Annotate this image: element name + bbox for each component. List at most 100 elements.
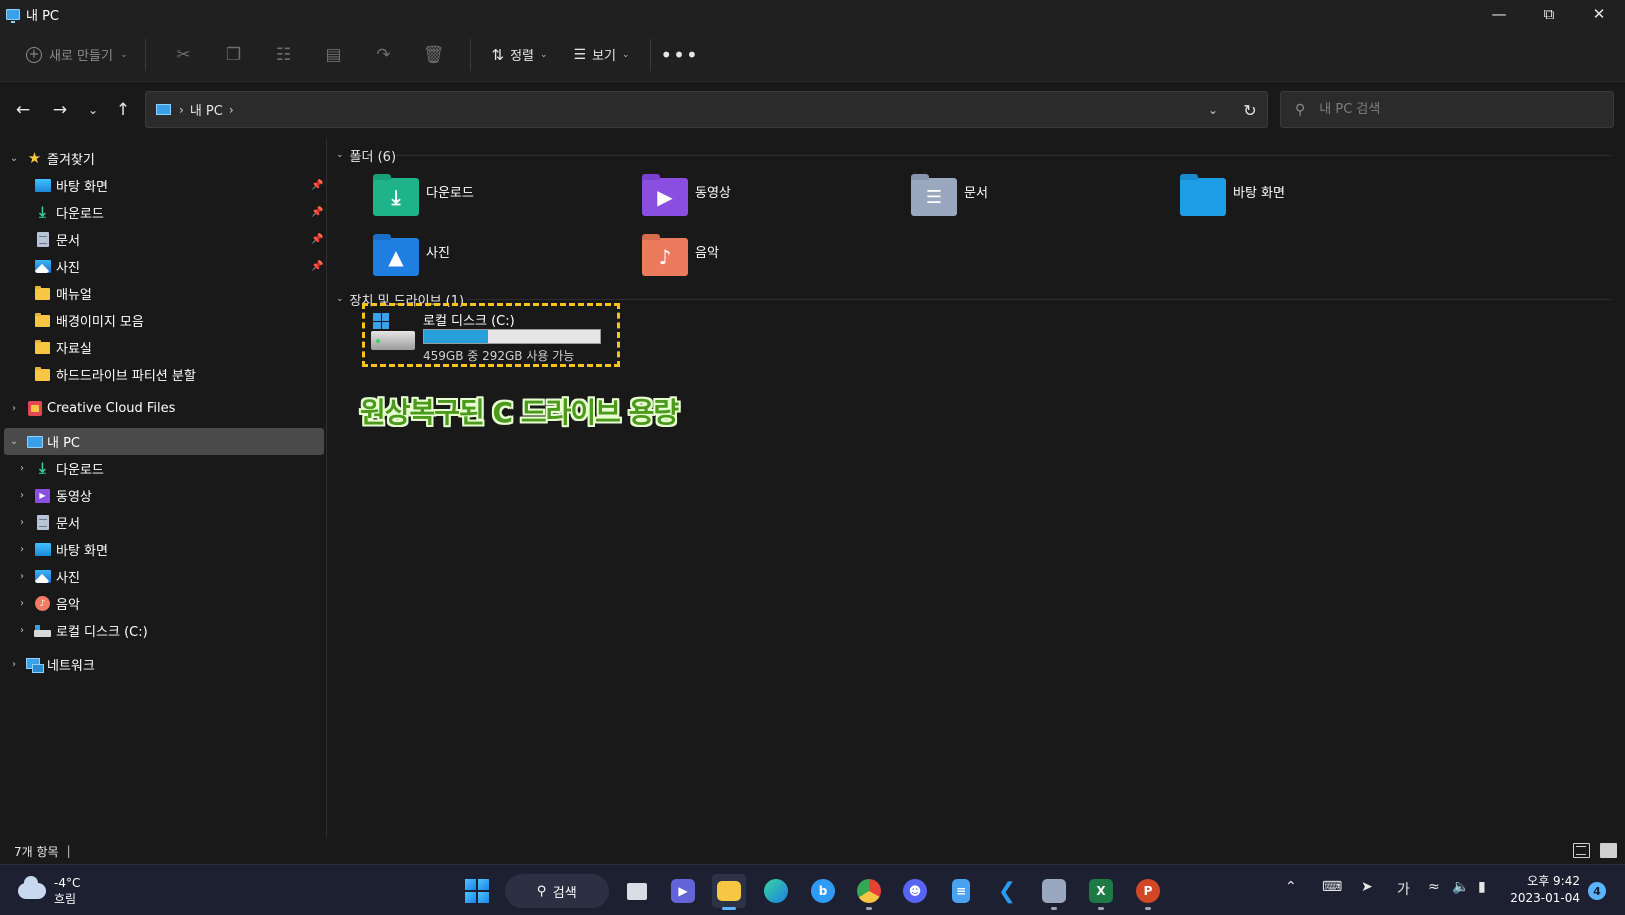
folder-desktop[interactable]: 바탕 화면 xyxy=(1180,174,1430,228)
forward-arrow-icon[interactable]: → xyxy=(45,95,75,125)
bing-button[interactable]: b xyxy=(806,874,840,908)
folders-group-header[interactable]: ⌄ 폴더 (6) xyxy=(336,145,396,165)
sidebar-item-pc-pictures[interactable]: › 사진 xyxy=(4,563,324,590)
chevron-down-icon[interactable]: ⌄ xyxy=(336,294,344,304)
close-button[interactable]: ✕ xyxy=(1574,0,1624,28)
copy-icon[interactable]: ❐ xyxy=(216,38,250,72)
ime-indicator[interactable]: 가 xyxy=(1397,879,1410,899)
chevron-right-icon[interactable]: › xyxy=(16,598,28,609)
folder-music[interactable]: ♪ 음악 xyxy=(642,234,892,288)
recent-locations-icon[interactable]: ⌄ xyxy=(78,95,108,125)
network-app-button[interactable] xyxy=(1037,874,1071,910)
teams-chat-button[interactable]: ▶ xyxy=(666,874,700,908)
sidebar-item-wallpapers[interactable]: 배경이미지 모음 xyxy=(4,307,324,334)
breadcrumb-chevron-icon[interactable]: › xyxy=(229,103,234,117)
edge-button[interactable] xyxy=(759,874,793,908)
taskbar-search-button[interactable]: ⚲ 검색 xyxy=(505,874,609,908)
search-input[interactable] xyxy=(1319,102,1570,117)
paste-icon[interactable]: ☷ xyxy=(266,38,300,72)
sidebar-item-partition[interactable]: 하드드라이브 파티션 분할 xyxy=(4,361,324,388)
sort-button[interactable]: ⇅ 정렬 ⌄ xyxy=(483,38,555,72)
folder-name: 사진 xyxy=(426,246,450,261)
back-arrow-icon[interactable]: ← xyxy=(8,95,38,125)
sidebar-item-pictures[interactable]: 사진 📌 xyxy=(4,253,324,280)
sidebar-item-label: 음악 xyxy=(56,598,80,613)
chevron-right-icon[interactable]: › xyxy=(8,659,20,670)
sidebar-item-pc-local-disk[interactable]: › 로컬 디스크 (C:) xyxy=(4,617,324,644)
up-arrow-icon[interactable]: ↑ xyxy=(108,95,138,125)
minimize-button[interactable]: — xyxy=(1474,0,1524,28)
sidebar-item-label: 바탕 화면 xyxy=(56,544,108,559)
keyboard-icon[interactable]: ⌨ xyxy=(1322,879,1342,895)
chevron-down-icon[interactable]: ⌄ xyxy=(8,153,20,164)
sidebar-item-network[interactable]: › 네트워크 xyxy=(4,651,324,678)
chevron-right-icon[interactable]: › xyxy=(16,490,28,501)
address-history-chevron-icon[interactable]: ⌄ xyxy=(1200,98,1226,122)
view-button[interactable]: ☰ 보기 ⌄ xyxy=(566,38,638,72)
sidebar-item-downloads[interactable]: ⤓ 다운로드 📌 xyxy=(4,199,324,226)
chevron-down-icon[interactable]: ⌄ xyxy=(336,150,344,160)
breadcrumb-this-pc[interactable]: 내 PC xyxy=(190,100,223,119)
details-view-icon[interactable] xyxy=(1573,843,1590,858)
breadcrumb-chevron-icon[interactable]: › xyxy=(179,103,184,117)
chevron-right-icon[interactable]: › xyxy=(16,625,28,636)
discord-button[interactable]: ☻ xyxy=(898,874,932,908)
view-button-label: 보기 xyxy=(592,49,617,64)
folder-documents[interactable]: ☰ 문서 xyxy=(911,174,1161,228)
folder-downloads[interactable]: ⤓ 다운로드 xyxy=(373,174,623,228)
sidebar-item-label: 문서 xyxy=(56,234,80,249)
sidebar-item-pc-documents[interactable]: › 문서 xyxy=(4,509,324,536)
sidebar-item-pc-videos[interactable]: › ▶ 동영상 xyxy=(4,482,324,509)
notepad-button[interactable]: ≡ xyxy=(944,874,978,908)
rename-icon[interactable]: ▤ xyxy=(316,38,350,72)
chevron-right-icon[interactable]: › xyxy=(16,544,28,555)
more-options-icon[interactable]: ••• xyxy=(660,38,697,72)
battery-icon[interactable]: ▮ xyxy=(1478,879,1486,895)
sidebar-item-this-pc[interactable]: ⌄ 내 PC xyxy=(4,428,324,455)
chevron-down-icon[interactable]: ⌄ xyxy=(8,436,20,447)
cut-icon[interactable]: ✂ xyxy=(166,38,200,72)
tiles-view-icon[interactable] xyxy=(1600,843,1617,858)
sidebar-item-creative-cloud[interactable]: › Creative Cloud Files xyxy=(4,395,324,422)
task-view-button[interactable] xyxy=(620,874,654,908)
sidebar-item-manual[interactable]: 매뉴얼 xyxy=(4,280,324,307)
folder-name: 바탕 화면 xyxy=(1233,186,1285,201)
chat-icon: ▶ xyxy=(671,879,695,903)
sidebar-item-pc-desktop[interactable]: › 바탕 화면 xyxy=(4,536,324,563)
sidebar-item-documents[interactable]: 문서 📌 xyxy=(4,226,324,253)
folder-videos[interactable]: ▶ 동영상 xyxy=(642,174,892,228)
restore-button[interactable]: ⧉ xyxy=(1524,0,1574,28)
refresh-icon[interactable]: ↻ xyxy=(1236,97,1264,123)
sidebar-item-favorites[interactable]: ⌄ ★ 즐겨찾기 xyxy=(4,145,324,172)
drive-local-disk-c[interactable]: 로컬 디스크 (C:) 459GB 중 292GB 사용 가능 xyxy=(362,303,620,367)
start-button[interactable] xyxy=(460,874,494,908)
chevron-right-icon[interactable]: › xyxy=(16,517,28,528)
address-bar[interactable]: › 내 PC › xyxy=(145,91,1268,128)
delete-icon[interactable]: 🗑 xyxy=(416,38,450,72)
sidebar-item-pc-downloads[interactable]: › ⤓ 다운로드 xyxy=(4,455,324,482)
search-box[interactable]: ⚲ xyxy=(1280,91,1614,128)
location-arrow-icon[interactable]: ➤ xyxy=(1361,879,1373,895)
chrome-button[interactable] xyxy=(852,874,886,910)
chevron-down-icon: ⌄ xyxy=(119,49,128,60)
file-explorer-button[interactable] xyxy=(712,874,746,910)
show-hidden-icons-chevron[interactable]: ⌃ xyxy=(1285,879,1297,895)
share-icon[interactable]: ↷ xyxy=(366,38,400,72)
pin-icon: 📌 xyxy=(311,180,324,191)
sidebar-item-pc-music[interactable]: › ♪ 음악 xyxy=(4,590,324,617)
volume-icon[interactable]: 🔈 xyxy=(1452,879,1469,895)
notification-badge[interactable]: 4 xyxy=(1588,882,1606,900)
clock[interactable]: 오후 9:42 2023-01-04 xyxy=(1510,873,1580,907)
powerpoint-button[interactable]: P xyxy=(1131,874,1165,910)
weather-widget[interactable]: -4°C 흐림 xyxy=(18,873,80,909)
folder-pictures[interactable]: ▲ 사진 xyxy=(373,234,623,288)
new-button[interactable]: + 새로 만들기 ⌄ xyxy=(20,38,133,72)
sidebar-item-desktop[interactable]: 바탕 화면 📌 xyxy=(4,172,324,199)
chevron-right-icon[interactable]: › xyxy=(16,571,28,582)
vscode-button[interactable]: ❮ xyxy=(990,874,1024,908)
sidebar-item-archive[interactable]: 자료실 xyxy=(4,334,324,361)
wifi-icon[interactable]: ≈ xyxy=(1428,879,1440,895)
excel-button[interactable]: X xyxy=(1084,874,1118,910)
chevron-right-icon[interactable]: › xyxy=(16,463,28,474)
chevron-right-icon[interactable]: › xyxy=(8,403,20,414)
